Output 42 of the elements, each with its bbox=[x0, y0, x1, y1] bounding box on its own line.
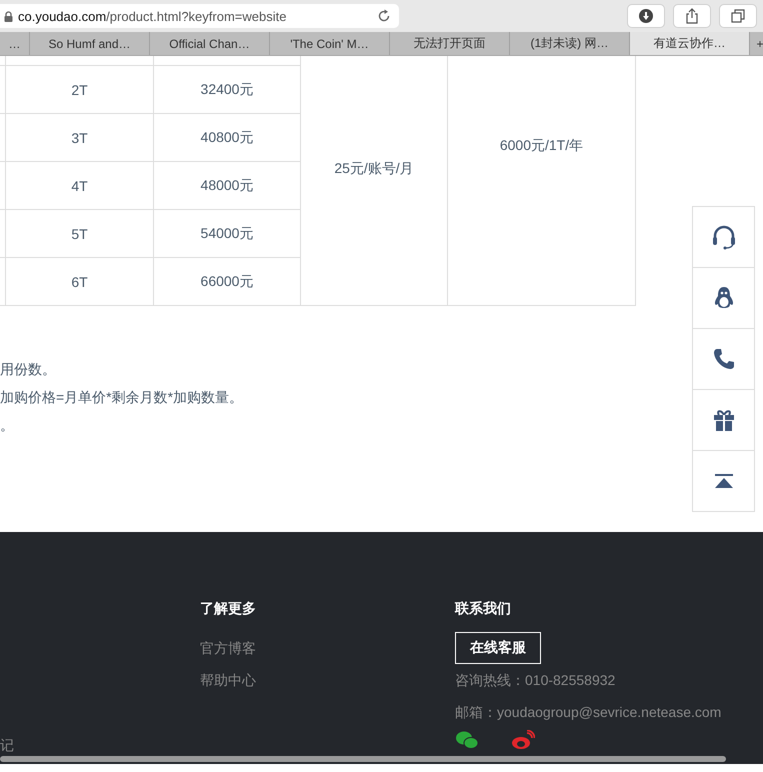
tabs-button[interactable] bbox=[719, 4, 757, 28]
browser-tab[interactable]: … bbox=[0, 32, 30, 55]
table-cell: 2T bbox=[71, 82, 88, 98]
weibo-icon[interactable] bbox=[511, 730, 535, 750]
lock-icon bbox=[4, 10, 13, 22]
share-icon bbox=[684, 8, 700, 24]
table-cell: 6T bbox=[71, 274, 88, 290]
footer-link[interactable]: 官方博客 bbox=[200, 640, 256, 656]
table-cell: 54000元 bbox=[200, 224, 254, 242]
footer-link[interactable]: 帮助中心 bbox=[200, 672, 256, 688]
share-button[interactable] bbox=[673, 4, 711, 28]
table-cell: 66000元 bbox=[200, 272, 254, 290]
download-icon bbox=[638, 8, 654, 24]
online-service-button[interactable]: 在线客服 bbox=[455, 632, 541, 664]
table-cell: 3T bbox=[71, 130, 88, 146]
note-text: 加购价格=月单价*剩余月数*加购数量。 bbox=[0, 389, 244, 405]
footer-heading: 了解更多 bbox=[200, 600, 256, 616]
table-cell: 32400元 bbox=[200, 80, 254, 98]
browser-tab[interactable]: 无法打开页面 bbox=[390, 32, 510, 55]
table-cell: 4T bbox=[71, 178, 88, 194]
table-cell: 40800元 bbox=[200, 128, 254, 146]
scrollbar[interactable] bbox=[0, 756, 726, 762]
browser-tab[interactable]: + bbox=[750, 32, 763, 55]
browser-tab[interactable]: 有道云协作… bbox=[630, 32, 750, 55]
wechat-icon[interactable] bbox=[455, 730, 479, 750]
browser-tab[interactable]: Official Chan… bbox=[150, 32, 270, 55]
email-text: 邮箱：youdaogroup@sevrice.netease.com bbox=[455, 704, 722, 720]
table-cell: 6000元/1T/年 bbox=[500, 137, 584, 155]
footer-text: 记 bbox=[0, 737, 14, 753]
download-button[interactable] bbox=[627, 4, 665, 28]
hotline-text: 咨询热线：010-82558932 bbox=[455, 672, 616, 688]
reload-icon[interactable] bbox=[377, 9, 391, 23]
browser-tab[interactable]: So Humf and… bbox=[30, 32, 150, 55]
address-bar[interactable]: co.youdao.com/product.html?keyfrom=website bbox=[0, 4, 399, 28]
footer-heading: 联系我们 bbox=[455, 600, 511, 616]
tabs-icon bbox=[730, 8, 746, 24]
note-text: 。 bbox=[0, 417, 14, 433]
table-cell: 48000元 bbox=[200, 176, 254, 194]
note-text: 用份数。 bbox=[0, 361, 56, 377]
browser-tab[interactable]: 'The Coin' M… bbox=[270, 32, 390, 55]
table-cell: 5T bbox=[71, 226, 88, 242]
table-cell: 25元/账号/月 bbox=[334, 160, 414, 178]
